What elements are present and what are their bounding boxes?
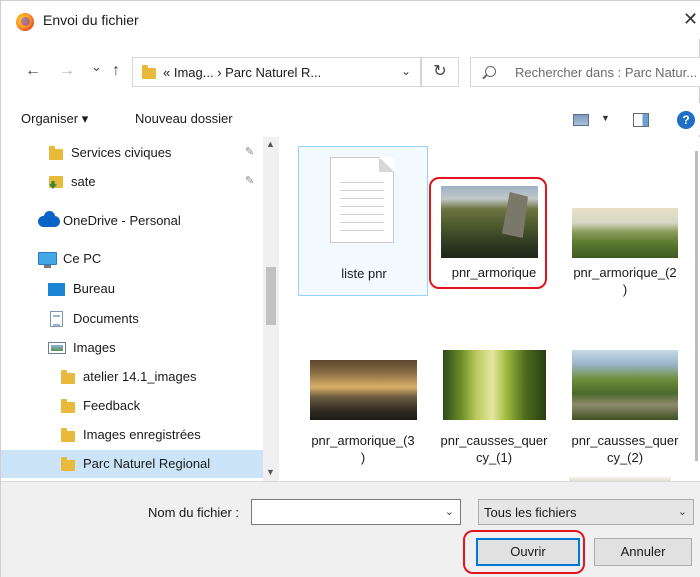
- sidebar-item-label: Services civiques: [71, 145, 172, 160]
- file-tile-pnr-armorique-3[interactable]: pnr_armorique_(3 ): [298, 336, 428, 481]
- sidebar-item-bureau[interactable]: Bureau: [1, 275, 263, 303]
- file-name-line-2: cy_(1): [475, 450, 513, 465]
- image-thumbnail: [572, 350, 678, 420]
- scrollbar-thumb[interactable]: [695, 151, 698, 461]
- scroll-down-icon[interactable]: ▼: [266, 467, 275, 477]
- file-name-line-2: cy_(2): [606, 450, 644, 465]
- file-name-line-1: pnr_causses_quer: [571, 433, 679, 448]
- navigation-pane-scrollbar[interactable]: ▲ ▼: [263, 137, 279, 481]
- forward-arrow-icon[interactable]: →: [59, 61, 75, 81]
- file-name-line-1: pnr_armorique_(3: [311, 433, 415, 448]
- file-tile-pnr-causses-quercy-2[interactable]: pnr_causses_quer cy_(2): [560, 336, 690, 481]
- search-icon: [485, 66, 496, 77]
- file-list-scrollbar[interactable]: [691, 137, 700, 481]
- pin-icon[interactable]: ✎: [245, 174, 254, 187]
- sidebar-item-images[interactable]: Images: [1, 334, 263, 362]
- text-document-icon: [330, 157, 394, 243]
- image-thumbnail: [310, 360, 417, 420]
- recent-locations-chevron-icon[interactable]: ⌄: [91, 57, 102, 77]
- file-type-select[interactable]: Tous les fichiers ⌄: [478, 499, 694, 525]
- chevron-down-icon[interactable]: ⌄: [678, 505, 687, 518]
- folder-icon: [61, 370, 75, 384]
- sidebar-item-services-civiques[interactable]: Services civiques ✎: [1, 139, 263, 167]
- up-arrow-icon[interactable]: ↑: [112, 61, 120, 81]
- sidebar-item-label: Ce PC: [63, 251, 102, 266]
- folder-icon: [142, 65, 156, 79]
- filename-field[interactable]: ⌄: [251, 499, 461, 525]
- pictures-icon: [48, 342, 66, 354]
- address-bar[interactable]: « Imag... › Parc Naturel R... ⌄: [132, 57, 421, 87]
- sidebar-item-sate[interactable]: sate ✎: [1, 168, 263, 196]
- sidebar-item-label: Documents: [73, 311, 139, 326]
- help-icon[interactable]: ?: [677, 111, 695, 129]
- sidebar-item-label: atelier 14.1_images: [83, 369, 197, 384]
- sidebar-item-atelier[interactable]: atelier 14.1_images: [1, 363, 263, 391]
- sidebar-item-onedrive[interactable]: OneDrive - Personal: [1, 207, 263, 235]
- scrollbar-thumb[interactable]: [266, 267, 276, 325]
- sidebar-item-documents[interactable]: Documents: [1, 305, 263, 333]
- close-icon[interactable]: ✕: [683, 5, 700, 33]
- folder-icon: [49, 146, 63, 160]
- cancel-button[interactable]: Annuler: [594, 538, 692, 566]
- file-tile-liste-pnr[interactable]: liste pnr: [298, 146, 428, 296]
- view-options-caret-icon[interactable]: ▼: [601, 113, 610, 123]
- sidebar-item-parc-naturel-regional[interactable]: Parc Naturel Regional: [1, 450, 263, 478]
- download-folder-icon: [49, 176, 63, 188]
- desktop-icon: [48, 283, 65, 296]
- preview-pane-icon[interactable]: [633, 113, 649, 127]
- scroll-up-icon[interactable]: ▲: [266, 139, 275, 149]
- sidebar-item-feedback[interactable]: Feedback: [1, 392, 263, 420]
- breadcrumb[interactable]: « Imag... › Parc Naturel R...: [163, 65, 321, 80]
- chevron-down-icon[interactable]: ⌄: [445, 505, 454, 518]
- firefox-logo-icon: [16, 13, 34, 31]
- image-thumbnail: [443, 350, 546, 420]
- refresh-icon[interactable]: ↻: [421, 57, 459, 87]
- file-name-line-1: pnr_armorique_(2: [573, 265, 677, 280]
- file-name-line-2: ): [360, 450, 366, 465]
- window-title: Envoi du fichier: [43, 12, 139, 28]
- navigation-bar: ← → ⌄ ↑ « Imag... › Parc Naturel R... ⌄ …: [1, 53, 700, 89]
- chevron-down-icon[interactable]: ⌄: [401, 64, 411, 78]
- sidebar-item-label: sate: [71, 174, 96, 189]
- file-name-line-1: pnr_causses_quer: [440, 433, 548, 448]
- filename-input[interactable]: [252, 500, 437, 524]
- change-view-icon[interactable]: [573, 114, 589, 126]
- folder-icon: [61, 428, 75, 442]
- file-upload-dialog: Envoi du fichier ✕ ← → ⌄ ↑ « Imag... › P…: [0, 0, 700, 577]
- title-bar: Envoi du fichier ✕: [1, 1, 700, 39]
- back-arrow-icon[interactable]: ←: [25, 61, 41, 81]
- file-name-line-2: ): [622, 282, 628, 297]
- image-thumbnail: [572, 208, 678, 258]
- cloud-icon: [38, 211, 60, 227]
- file-tile-pnr-armorique-2[interactable]: pnr_armorique_(2 ): [560, 146, 690, 297]
- pin-icon[interactable]: ✎: [245, 145, 254, 158]
- file-name: liste pnr: [341, 266, 387, 281]
- sidebar-item-label: Feedback: [83, 398, 141, 413]
- organize-menu-button[interactable]: Organiser ▾: [21, 111, 88, 127]
- folder-icon: [61, 399, 75, 413]
- search-placeholder: Rechercher dans : Parc Natur...: [515, 65, 698, 80]
- command-bar: Organiser ▾ Nouveau dossier ▼ ?: [1, 103, 700, 135]
- file-list: liste pnr pnr_armorique pnr_armorique_(2…: [279, 137, 700, 481]
- sidebar-item-label: Images enregistrées: [83, 427, 201, 442]
- computer-icon: [38, 252, 57, 268]
- sidebar-item-ce-pc[interactable]: Ce PC: [1, 245, 263, 273]
- folder-icon: [61, 457, 75, 471]
- sidebar-item-label: OneDrive - Personal: [63, 213, 181, 228]
- dialog-footer: Nom du fichier : ⌄ Tous les fichiers ⌄ O…: [1, 481, 700, 577]
- sidebar-item-label: Images: [73, 340, 116, 355]
- sidebar-item-images-enregistrees[interactable]: Images enregistrées: [1, 421, 263, 449]
- sidebar-item-label: Bureau: [73, 281, 115, 296]
- filename-label: Nom du fichier :: [148, 505, 240, 520]
- search-input[interactable]: Rechercher dans : Parc Natur...: [470, 57, 700, 87]
- annotation-highlight: [429, 177, 547, 289]
- annotation-highlight: [463, 530, 585, 574]
- documents-icon: [50, 311, 63, 327]
- navigation-pane: Services civiques ✎ sate ✎ OneDrive - Pe…: [1, 137, 263, 481]
- new-folder-button[interactable]: Nouveau dossier: [135, 111, 233, 126]
- file-type-value: Tous les fichiers: [484, 505, 577, 520]
- sidebar-item-label: Parc Naturel Regional: [83, 456, 211, 471]
- file-tile-pnr-causses-quercy-1[interactable]: pnr_causses_quer cy_(1): [429, 336, 559, 481]
